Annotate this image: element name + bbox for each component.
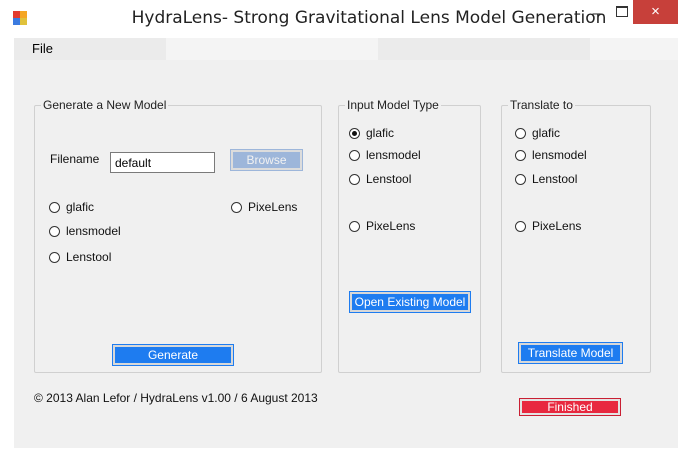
- generate-radio-glafic[interactable]: glafic: [49, 200, 94, 214]
- copyright-text: © 2013 Alan Lefor / HydraLens v1.00 / 6 …: [34, 391, 318, 405]
- generate-button[interactable]: Generate: [112, 344, 234, 366]
- radio-circle: [349, 149, 360, 161]
- browse-button[interactable]: Browse: [230, 149, 303, 171]
- radio-label: glafic: [66, 200, 95, 214]
- radio-label: PixeLens: [248, 200, 298, 214]
- radio-circle: [515, 127, 526, 139]
- radio-circle: [49, 201, 60, 213]
- translate-radio-glafic[interactable]: glafic: [515, 126, 560, 140]
- filename-label: Filename: [50, 152, 100, 166]
- minimize-button[interactable]: –: [586, 4, 608, 26]
- filename-input[interactable]: default: [110, 152, 215, 173]
- radio-circle: [515, 220, 526, 232]
- generate-radio-lensmodel[interactable]: lensmodel: [49, 224, 121, 238]
- translate-radio-pixelens[interactable]: PixeLens: [515, 219, 581, 233]
- radio-circle: [231, 201, 242, 213]
- radio-circle: [515, 149, 526, 161]
- generate-radio-pixelens[interactable]: PixeLens: [231, 200, 297, 214]
- group-title: Input Model Type: [345, 98, 441, 112]
- group-title: Generate a New Model: [41, 98, 169, 112]
- radio-label: Lenstool: [66, 250, 112, 264]
- radio-label: glafic: [366, 126, 395, 140]
- open-existing-model-button[interactable]: Open Existing Model: [349, 291, 471, 313]
- finished-status: Finished: [519, 398, 621, 416]
- menu-bar: File: [14, 38, 678, 60]
- menu-bar-segment: [590, 38, 678, 60]
- radio-circle: [349, 173, 360, 185]
- translate-radio-lenstool[interactable]: Lenstool: [515, 172, 577, 186]
- radio-label: PixeLens: [532, 219, 582, 233]
- radio-circle: [349, 220, 360, 232]
- menu-bar-segment: [166, 38, 378, 60]
- app-window: HydraLens- Strong Gravitational Lens Mod…: [0, 0, 678, 448]
- maximize-button[interactable]: [616, 6, 628, 17]
- window-title: HydraLens- Strong Gravitational Lens Mod…: [131, 8, 607, 28]
- input-radio-lenstool[interactable]: Lenstool: [349, 172, 411, 186]
- radio-circle: [49, 251, 60, 263]
- main-panel: Generate a New Model Filename default Br…: [14, 60, 678, 448]
- radio-circle-selected: [349, 127, 360, 139]
- menu-file[interactable]: File: [32, 41, 53, 56]
- generate-radio-lenstool[interactable]: Lenstool: [49, 250, 111, 264]
- close-button[interactable]: ×: [633, 0, 678, 24]
- input-model-group: Input Model Type glafic lensmodel Lensto…: [338, 98, 481, 373]
- radio-circle: [49, 225, 60, 237]
- input-radio-glafic[interactable]: glafic: [349, 126, 394, 140]
- radio-label: PixeLens: [366, 219, 416, 233]
- translate-model-button[interactable]: Translate Model: [518, 342, 623, 364]
- radio-label: lensmodel: [366, 148, 421, 162]
- group-title: Translate to: [508, 98, 575, 112]
- translate-radio-lensmodel[interactable]: lensmodel: [515, 148, 587, 162]
- translate-group: Translate to glafic lensmodel Lenstool P…: [501, 98, 651, 373]
- radio-label: lensmodel: [532, 148, 587, 162]
- generate-group: Generate a New Model Filename default Br…: [34, 98, 322, 373]
- radio-label: Lenstool: [532, 172, 578, 186]
- radio-label: Lenstool: [366, 172, 412, 186]
- input-radio-pixelens[interactable]: PixeLens: [349, 219, 415, 233]
- radio-circle: [515, 173, 526, 185]
- radio-label: lensmodel: [66, 224, 121, 238]
- radio-label: glafic: [532, 126, 561, 140]
- input-radio-lensmodel[interactable]: lensmodel: [349, 148, 421, 162]
- title-bar: HydraLens- Strong Gravitational Lens Mod…: [0, 0, 678, 38]
